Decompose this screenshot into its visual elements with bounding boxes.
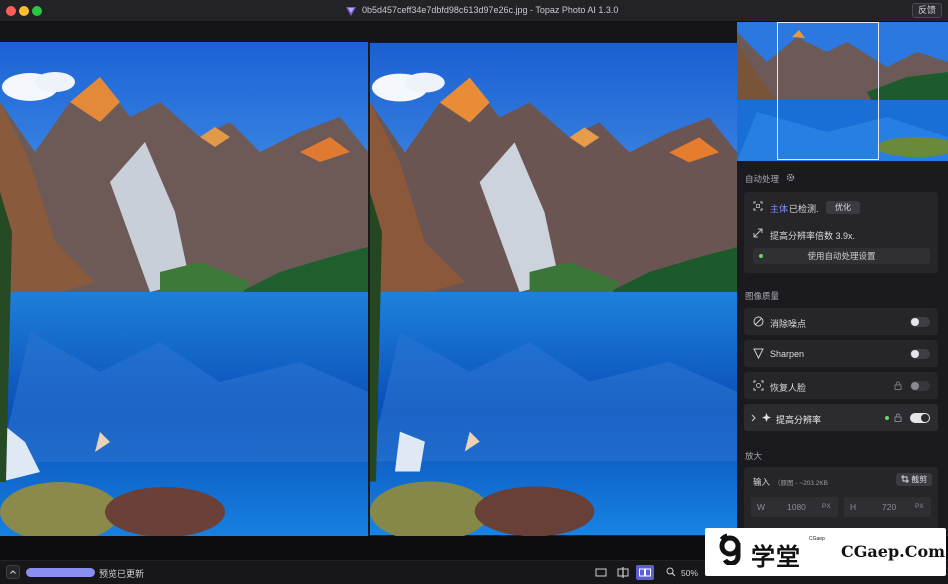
filter-sharpen-label: Sharpen [770, 349, 805, 359]
sharpen-icon [753, 348, 764, 359]
preview-status: 预览已更新 [99, 569, 145, 579]
title-bar: 0b5d457ceff34e7dbfd98c613d97e26c.jpg - T… [0, 0, 948, 22]
image-viewer[interactable] [0, 42, 737, 536]
landscape-image-original [0, 42, 368, 536]
height-label: H [850, 502, 857, 512]
use-auto-settings-button[interactable]: 使用自动处理设置 [753, 248, 930, 264]
side-by-side-icon [639, 568, 651, 577]
width-unit: PX [822, 503, 831, 510]
enlarge-heading: 放大 [745, 451, 763, 461]
filter-sharpen[interactable]: Sharpen [744, 340, 938, 367]
side-by-side-view-button[interactable] [636, 565, 654, 580]
chevron-up-icon [10, 570, 16, 574]
split-view-icon [617, 567, 629, 578]
auto-process-heading: 自动处理 [745, 174, 780, 184]
auto-process-card: 主体 已检测. 优化 提高分辨率倍数 3.9x. 使用自动处理设置 [744, 192, 938, 273]
subject-label: 主体 [770, 204, 789, 214]
unlock-icon [894, 413, 902, 422]
filter-face-label: 恢复人脸 [770, 383, 807, 393]
upscale-toggle[interactable] [910, 413, 930, 423]
upscale-active-dot [885, 416, 889, 420]
chevron-right-icon[interactable] [751, 414, 757, 422]
lock-icon [894, 381, 902, 390]
expand-panel-button[interactable] [6, 565, 20, 579]
face-icon [753, 380, 764, 391]
input-meta: （原图 - ~203.2KB [774, 480, 829, 487]
watermark-en-text: CGaep.Com [841, 542, 946, 561]
subject-detect-icon [753, 201, 763, 211]
preview-progress-bar [26, 568, 95, 577]
filter-denoise[interactable]: 消除噪点 [744, 308, 938, 335]
optimize-button[interactable]: 优化 [826, 201, 860, 214]
watermark-cn-text: 学堂 [751, 543, 801, 571]
filter-denoise-label: 消除噪点 [770, 319, 807, 329]
height-unit: PX [915, 503, 924, 510]
feedback-button[interactable]: 反馈 [911, 3, 942, 18]
split-view-button[interactable] [614, 565, 632, 580]
filter-face-recovery[interactable]: 恢复人脸 [744, 372, 938, 399]
use-auto-settings-label: 使用自动处理设置 [807, 251, 876, 261]
single-view-icon [595, 568, 607, 577]
processed-preview[interactable] [370, 42, 737, 536]
subject-status: 已检测. [789, 204, 819, 214]
denoise-toggle[interactable] [910, 317, 930, 327]
navigator-thumbnail[interactable] [737, 22, 948, 161]
height-input[interactable]: H 720 PX [844, 497, 931, 517]
face-recovery-toggle[interactable] [910, 381, 930, 391]
zoom-icon[interactable] [666, 567, 676, 577]
gear-icon[interactable] [786, 173, 795, 182]
side-panel: 自动处理 主体 已检测. 优化 提高分辨率倍数 3.9x. 使用自动处理设置 图… [737, 161, 948, 536]
landscape-image-processed [370, 42, 737, 536]
height-value: 720 [882, 502, 897, 512]
toolbar-strip [0, 22, 737, 42]
auto-active-dot [759, 254, 763, 258]
filter-upscale-label: 提高分辨率 [776, 415, 822, 425]
input-label: 输入 [753, 477, 771, 487]
cg-logo-icon [719, 533, 741, 565]
upscale-sparkle-icon [762, 413, 771, 422]
sharpen-toggle[interactable] [910, 349, 930, 359]
zoom-level[interactable]: 50% [681, 568, 698, 578]
image-quality-heading: 图像质量 [745, 291, 780, 301]
width-label: W [757, 502, 766, 512]
crop-icon [901, 475, 909, 483]
original-preview[interactable] [0, 42, 368, 536]
width-value: 1080 [787, 502, 806, 512]
enlarge-card: 输入 （原图 - ~203.2KB 截剪 W 1080 PX H 720 PX [744, 467, 938, 536]
upscale-factor-text: 提高分辨率倍数 3.9x. [770, 231, 856, 241]
close-window-button[interactable] [6, 6, 16, 16]
window-title: 0b5d457ceff34e7dbfd98c613d97e26c.jpg - T… [362, 5, 619, 15]
navigator-viewport-rect[interactable] [777, 22, 879, 160]
crop-label: 截剪 [911, 475, 928, 484]
minimize-window-button[interactable] [19, 6, 29, 16]
filter-upscale[interactable]: 提高分辨率 [744, 404, 938, 431]
watermark-vertical-text: CGaep [809, 536, 825, 542]
topaz-app-icon [346, 7, 356, 16]
single-view-button[interactable] [592, 565, 610, 580]
expand-arrows-icon [753, 228, 763, 238]
width-input[interactable]: W 1080 PX [751, 497, 838, 517]
watermark-logo: 学堂 CGaep CGaep.Com [705, 528, 946, 576]
zoom-window-button[interactable] [32, 6, 42, 16]
crop-button[interactable]: 截剪 [896, 473, 933, 486]
denoise-icon [753, 316, 764, 327]
